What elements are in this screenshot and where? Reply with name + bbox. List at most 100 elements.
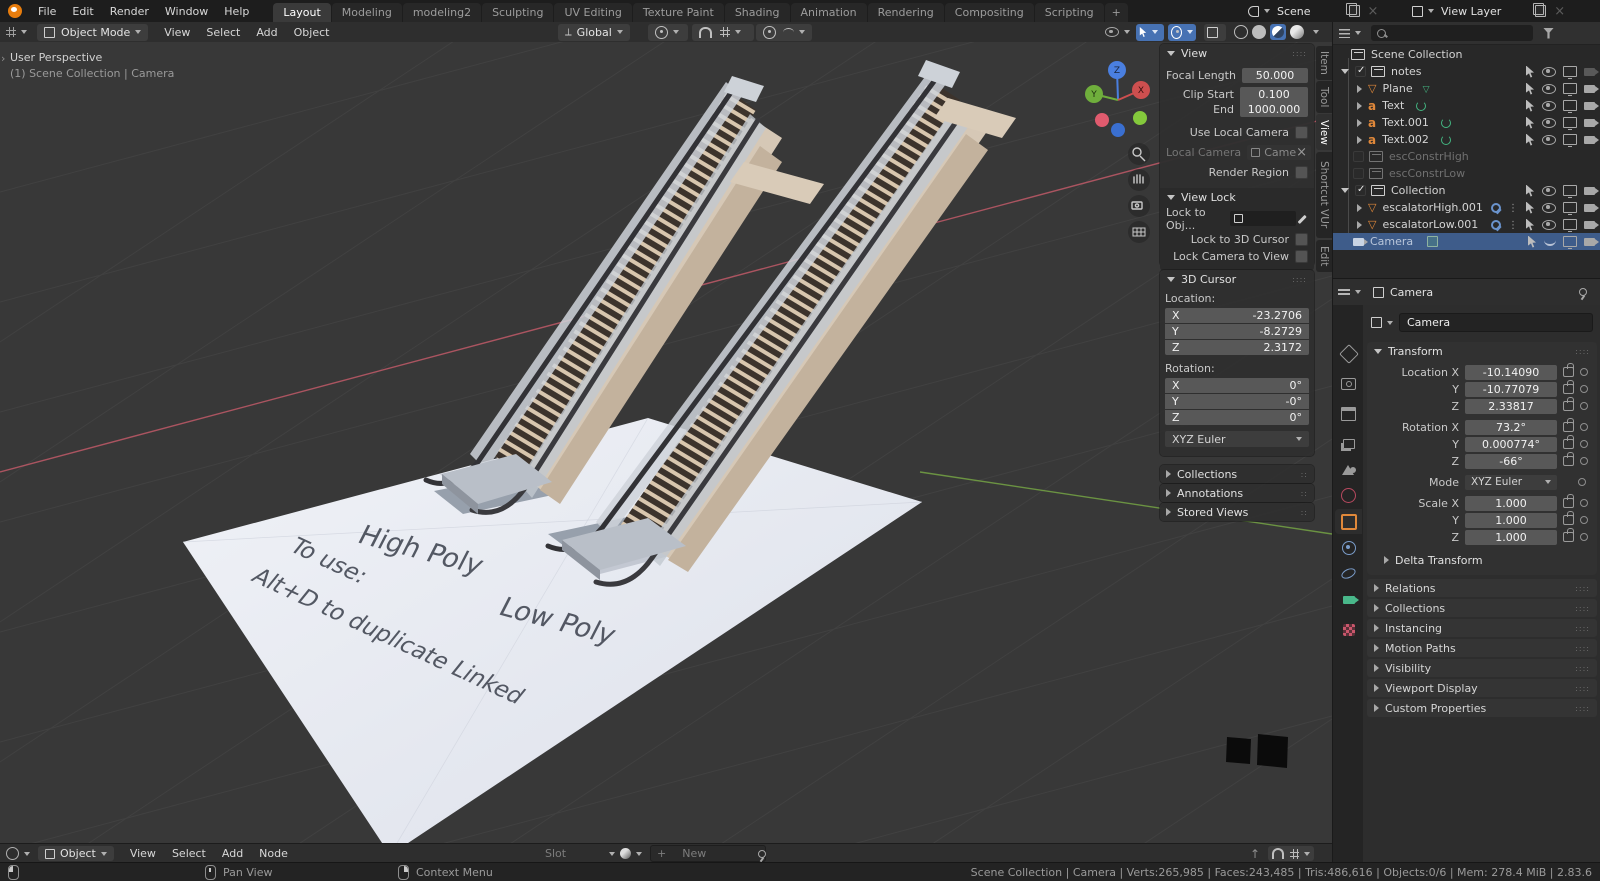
workspace-tab-compositing[interactable]: Compositing [944,3,1034,22]
animate-dot[interactable] [1580,423,1588,431]
delta-transform-subpanel[interactable]: Delta Transform [1377,551,1597,569]
viewport-visibility-icon[interactable] [1563,202,1577,215]
render-visibility-icon[interactable] [1584,186,1599,195]
animate-dot[interactable] [1580,457,1588,465]
outliner-row-notes[interactable]: notes [1333,63,1600,80]
view-layer-selector[interactable]: View Layer [1412,2,1565,20]
render-visibility-icon[interactable] [1584,220,1599,229]
rotation-mode-dropdown[interactable]: XYZ Euler [1165,431,1309,447]
animate-dot[interactable] [1580,385,1588,393]
modifier-icon[interactable] [1491,202,1501,213]
selectable-icon[interactable] [1526,218,1534,231]
slot-dropdown[interactable]: Slot [545,847,615,860]
animate-dot[interactable] [1580,368,1588,376]
tab-physics[interactable] [1335,561,1362,586]
node-editor-type-selector[interactable] [6,847,30,860]
shading-dropdown-chevron[interactable] [1313,30,1319,34]
rotation-y-field[interactable]: 0.000774° [1465,436,1557,452]
outliner-search-input[interactable] [1371,25,1533,41]
node-menu-view[interactable]: View [122,844,164,863]
sidebar-tab-edit[interactable]: Edit [1316,240,1332,272]
animate-dot[interactable] [1580,516,1588,524]
outliner-row-escconstrhigh[interactable]: escConstrHigh [1333,148,1600,165]
pin-material-icon[interactable] [758,849,766,858]
dark-cube-1[interactable] [1226,737,1251,764]
outliner-row-escalatorlow[interactable]: escalatorLow.001 [1333,216,1600,233]
render-visibility-icon[interactable] [1584,135,1599,144]
show-gizmo-toggle[interactable] [1136,23,1164,41]
workspace-tab-animation[interactable]: Animation [790,3,867,22]
node-menu-add[interactable]: Add [214,844,251,863]
outliner-row-plane[interactable]: Plane [1333,80,1600,97]
remove-view-layer-icon[interactable] [1554,4,1565,19]
menu-object[interactable]: Object [286,22,338,42]
panel-motion-paths[interactable]: Motion Paths:::: [1367,639,1597,657]
dark-cube-2[interactable] [1257,734,1288,768]
lock-icon[interactable] [1563,380,1574,394]
scene-3d[interactable]: High Poly Low Poly To use: Alt+D to dupl… [0,42,1332,843]
lock-icon[interactable] [1563,511,1574,525]
viewport-visibility-icon[interactable] [1563,134,1577,147]
shader-type-dropdown[interactable]: Object [38,846,114,861]
tab-view-layer[interactable] [1335,431,1362,456]
workspace-tab-modeling2[interactable]: modeling2 [402,3,482,22]
viewport-visibility-icon[interactable] [1563,83,1577,96]
selectable-icon[interactable] [1526,201,1534,214]
new-scene-icon[interactable] [1346,2,1360,17]
workspace-tab-scripting[interactable]: Scripting [1034,3,1104,22]
panel-viewport-display[interactable]: Viewport Display:::: [1367,679,1597,697]
menu-render[interactable]: Render [102,0,157,22]
modifier-icon[interactable] [1491,219,1501,230]
workspace-tab-modeling[interactable]: Modeling [331,3,402,22]
new-view-layer-icon[interactable] [1532,2,1547,17]
lock-icon[interactable] [1563,435,1574,449]
blender-logo-icon[interactable] [8,4,22,18]
cursor-loc-y-field[interactable]: Y -8.2729 [1165,324,1309,339]
rotation-mode-dropdown[interactable]: XYZ Euler [1465,474,1557,490]
local-camera-field[interactable]: Came [1247,145,1311,160]
scale-x-field[interactable]: 1.000 [1465,495,1557,511]
tab-world[interactable] [1335,483,1362,508]
panel-custom-properties[interactable]: Custom Properties:::: [1367,699,1597,717]
sidebar-tab-shortcut-vur[interactable]: Shortcut VUr [1316,152,1332,238]
render-visibility-icon[interactable] [1584,84,1599,93]
location-y-field[interactable]: -10.77079 [1465,381,1557,397]
eye-icon[interactable] [1542,219,1556,230]
tab-output[interactable] [1335,401,1362,426]
viewport-visibility-icon[interactable] [1563,219,1577,232]
tab-object[interactable] [1335,509,1362,534]
cursor-rot-z-field[interactable]: Z 0° [1165,410,1309,425]
selectable-icon[interactable] [1526,133,1534,146]
render-visibility-icon[interactable] [1584,237,1599,246]
location-z-field[interactable]: 2.33817 [1465,398,1557,414]
solid-shading-button[interactable] [1252,25,1266,39]
animate-dot[interactable] [1580,499,1588,507]
panel-instancing[interactable]: Instancing:::: [1367,619,1597,637]
lock-to-object-field[interactable] [1230,211,1296,226]
cursor-loc-z-field[interactable]: Z 2.3172 [1165,340,1309,355]
outliner-row-escconstrlow[interactable]: escConstrLow [1333,165,1600,182]
lock-camera-to-view-checkbox[interactable] [1295,250,1308,263]
pivot-point-dropdown[interactable] [648,23,688,41]
render-region-checkbox[interactable] [1295,166,1308,179]
menu-select[interactable]: Select [198,22,248,42]
lock-icon[interactable] [1563,452,1574,466]
xray-toggle[interactable] [1204,23,1226,41]
outliner-row-text-002[interactable]: Text.002 [1333,131,1600,148]
snap-controls[interactable] [692,23,754,41]
sidebar-tab-item[interactable]: Item [1316,46,1332,80]
render-visibility-icon[interactable] [1584,101,1599,110]
outliner-row-collection[interactable]: Collection [1333,182,1600,199]
selectable-icon[interactable] [1526,184,1534,197]
scale-z-field[interactable]: 1.000 [1465,529,1557,545]
view-lock-subpanel-header[interactable]: View Lock [1160,188,1314,206]
eye-icon[interactable] [1542,134,1556,145]
material-selector[interactable] [620,848,642,859]
menu-view[interactable]: View [156,22,198,42]
filter-icon[interactable] [1543,27,1554,39]
menu-help[interactable]: Help [216,0,257,22]
viewport-visibility-icon[interactable] [1563,185,1577,198]
workspace-tab-uv-editing[interactable]: UV Editing [554,3,632,22]
eyedropper-icon[interactable] [1296,213,1308,225]
workspace-tab-rendering[interactable]: Rendering [867,3,944,22]
